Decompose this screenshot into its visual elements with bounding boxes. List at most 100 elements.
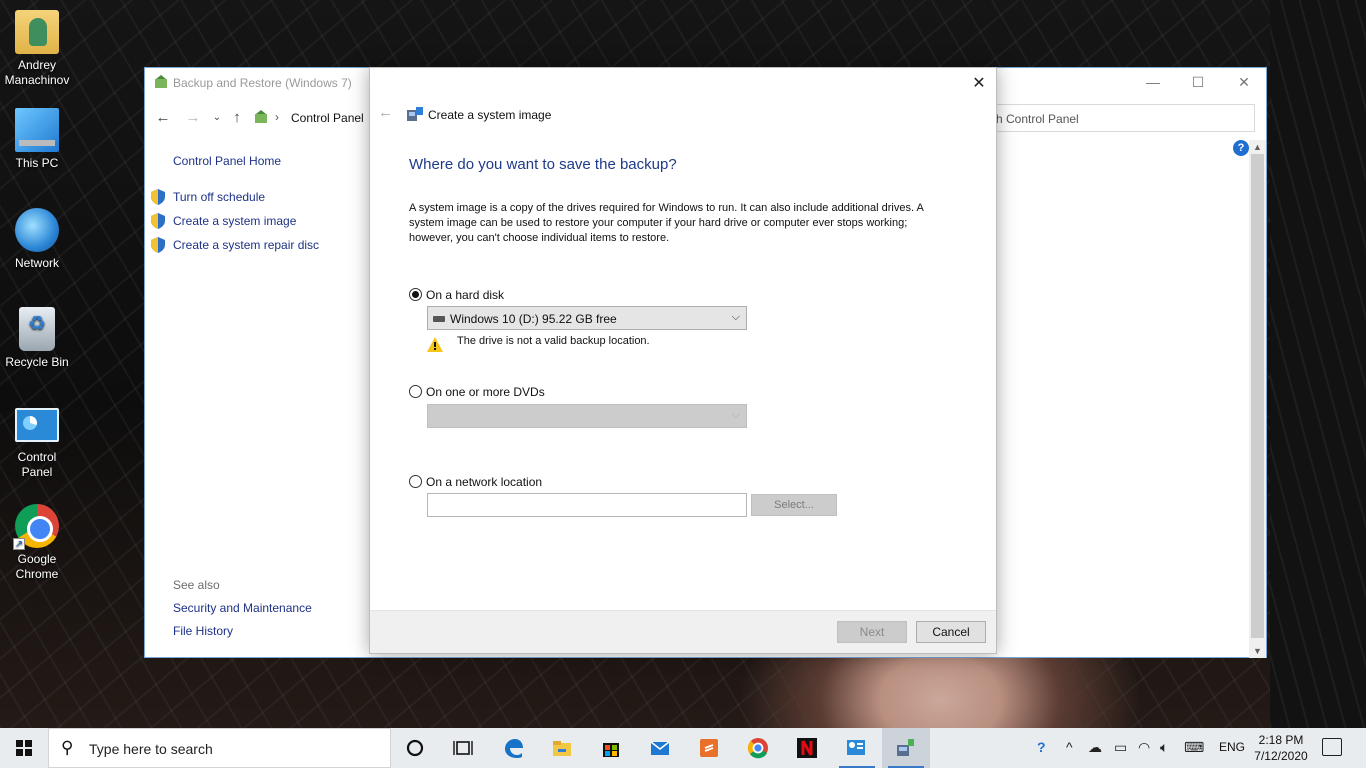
file-explorer-icon	[553, 741, 571, 756]
close-icon[interactable]: ✕	[968, 73, 990, 95]
store-icon	[603, 743, 619, 757]
chevron-down-icon: ⌵	[731, 409, 740, 421]
drive-warning-text: The drive is not a valid backup location…	[457, 335, 650, 347]
desktop-icon-recycle-bin[interactable]: Recycle Bin	[2, 307, 72, 370]
network-location-option[interactable]: On a network location	[409, 475, 542, 489]
dialog-title: Create a system image	[428, 108, 552, 122]
back-arrow-icon[interactable]: ←	[378, 104, 393, 121]
file-explorer-taskbar-button[interactable]	[539, 728, 587, 768]
recycle-bin-icon	[19, 307, 55, 351]
hard-disk-label: On a hard disk	[426, 288, 505, 302]
control-panel-icon	[847, 740, 865, 755]
shortcut-arrow-icon: ↗	[13, 538, 25, 550]
edge-taskbar-button[interactable]	[490, 728, 538, 768]
search-control-panel-input[interactable]: ch Control Panel	[965, 104, 1255, 132]
onedrive-icon[interactable]: ☁	[1088, 739, 1102, 756]
hard-disk-dropdown[interactable]: Windows 10 (D:) 95.22 GB free ⌵	[427, 306, 747, 330]
start-button[interactable]	[0, 728, 48, 768]
window-title: Backup and Restore (Windows 7)	[173, 76, 352, 90]
battery-icon[interactable]: ▭	[1114, 739, 1127, 756]
wifi-icon[interactable]: ◠	[1138, 739, 1150, 756]
scrollbar-thumb[interactable]	[1251, 154, 1264, 638]
back-arrow-icon[interactable]: ←	[153, 108, 173, 128]
backup-icon	[897, 739, 914, 756]
keyboard-icon[interactable]: ⌨	[1184, 739, 1204, 756]
clock-date: 7/12/2020	[1254, 749, 1308, 763]
dvd-label: On one or more DVDs	[426, 385, 545, 399]
dialog-heading: Where do you want to save the backup?	[409, 156, 677, 173]
recent-locations-chevron-icon[interactable]: ⌄	[207, 108, 227, 128]
cortana-button[interactable]	[392, 728, 440, 768]
shield-icon	[151, 237, 165, 253]
taskbar-clock[interactable]: 2:18 PM 7/12/2020	[1253, 732, 1309, 764]
task-view-button[interactable]	[440, 728, 488, 768]
desktop-icon-chrome[interactable]: ↗ Google Chrome	[2, 504, 72, 582]
sublime-taskbar-button[interactable]	[686, 728, 734, 768]
taskbar-search-placeholder: Type here to search	[89, 741, 213, 757]
control-panel-icon	[15, 408, 59, 442]
control-panel-home-link[interactable]: Control Panel Home	[173, 154, 281, 168]
minimize-button[interactable]: —	[1130, 68, 1176, 97]
netflix-taskbar-button[interactable]	[784, 728, 832, 768]
create-system-image-link[interactable]: Create a system image	[173, 214, 296, 228]
help-tray-icon[interactable]: ?	[1037, 739, 1046, 755]
desktop-icon-control-panel[interactable]: Control Panel	[2, 408, 72, 480]
desktop-icon-network[interactable]: Network	[2, 208, 72, 271]
close-window-button[interactable]: ✕	[1221, 68, 1267, 97]
up-arrow-icon[interactable]: ↑	[227, 108, 247, 128]
network-location-input[interactable]	[427, 493, 747, 517]
backup-taskbar-button[interactable]	[882, 728, 930, 768]
see-also-heading: See also	[173, 578, 220, 592]
chrome-icon: ↗	[13, 504, 59, 550]
security-and-maintenance-link[interactable]: Security and Maintenance	[173, 601, 312, 615]
mail-taskbar-button[interactable]	[637, 728, 685, 768]
drive-icon	[433, 316, 445, 322]
dvd-radio[interactable]	[409, 385, 422, 398]
vertical-scrollbar[interactable]: ▲ ▼	[1249, 140, 1266, 658]
control-panel-address-icon	[255, 110, 267, 123]
windows-logo-icon	[16, 740, 32, 756]
mail-icon	[650, 741, 670, 755]
desktop-wallpaper-right	[1270, 0, 1366, 728]
netflix-icon	[797, 738, 817, 758]
desktop-icon-label: This PC	[15, 156, 59, 170]
hard-disk-option[interactable]: On a hard disk	[409, 288, 504, 302]
show-hidden-icons-chevron-icon[interactable]: ^	[1066, 739, 1073, 755]
sublime-icon	[700, 739, 718, 757]
store-taskbar-button[interactable]	[588, 728, 636, 768]
scroll-up-icon[interactable]: ▲	[1249, 140, 1266, 154]
turn-off-schedule-link[interactable]: Turn off schedule	[173, 190, 265, 204]
user-folder-icon	[15, 10, 59, 54]
desktop-icon-label: Google Chrome	[15, 552, 59, 581]
dvd-option[interactable]: On one or more DVDs	[409, 385, 545, 399]
network-location-label: On a network location	[426, 475, 543, 489]
computer-icon	[15, 108, 59, 152]
scroll-down-icon[interactable]: ▼	[1249, 644, 1266, 658]
network-location-radio[interactable]	[409, 475, 422, 488]
cancel-button[interactable]: Cancel	[916, 621, 986, 643]
task-view-icon	[453, 741, 473, 755]
create-system-image-dialog[interactable]: ✕ ← Create a system image Where do you w…	[369, 67, 997, 654]
notification-center-icon[interactable]	[1322, 738, 1342, 756]
help-icon[interactable]: ?	[1233, 140, 1249, 156]
create-system-repair-disc-link[interactable]: Create a system repair disc	[173, 238, 319, 252]
breadcrumb-control-panel[interactable]: Control Panel	[291, 111, 364, 125]
warning-icon	[427, 337, 443, 352]
search-icon: ⚲	[61, 738, 74, 757]
system-image-icon	[407, 107, 423, 121]
chrome-taskbar-button[interactable]	[735, 728, 783, 768]
language-indicator[interactable]: ENG	[1219, 740, 1245, 756]
volume-icon[interactable]: 🔈︎	[1160, 739, 1168, 756]
desktop-icon-user-folder[interactable]: Andrey Manachinov	[2, 10, 72, 88]
taskbar-search-box[interactable]: ⚲ Type here to search	[48, 728, 391, 768]
forward-arrow-icon[interactable]: →	[183, 108, 203, 128]
maximize-button[interactable]: ☐	[1175, 68, 1221, 97]
control-panel-taskbar-button[interactable]	[833, 728, 881, 768]
hard-disk-radio[interactable]	[409, 288, 422, 301]
file-history-link[interactable]: File History	[173, 624, 233, 638]
desktop-icon-label: Andrey Manachinov	[4, 58, 70, 87]
desktop-icon-label: Recycle Bin	[5, 355, 69, 369]
taskbar: ⚲ Type here to search ? ^ ☁ ▭ ◠ 🔈︎ ⌨ ENG	[0, 728, 1366, 768]
desktop-icon-this-pc[interactable]: This PC	[2, 108, 72, 171]
next-button: Next	[837, 621, 907, 643]
